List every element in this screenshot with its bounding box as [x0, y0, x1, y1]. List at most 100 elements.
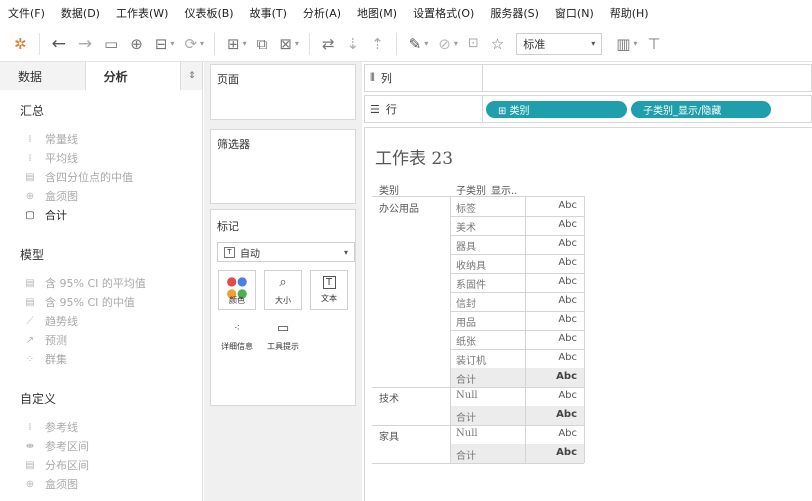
subcategory-cell[interactable]: 收纳具	[456, 257, 486, 272]
save-icon[interactable]: ▭	[104, 35, 118, 53]
value-cell[interactable]: Abc	[523, 428, 577, 439]
value-cell[interactable]: Abc	[523, 314, 577, 325]
analytics-item-box-plot-custom[interactable]: ⊕ 盒须图	[23, 476, 78, 492]
subcategory-cell[interactable]: 用品	[456, 314, 476, 329]
menu-file[interactable]: 文件(F)	[8, 5, 45, 21]
tableau-logo-icon[interactable]: ✲	[14, 35, 27, 53]
text-button[interactable]: T 文本	[310, 270, 348, 310]
dropdown-icon[interactable]: ▾	[633, 39, 637, 48]
worksheet-title[interactable]: 工作表 23	[375, 144, 453, 169]
pin-icon[interactable]: ☆	[491, 35, 504, 53]
category-cell[interactable]: 家具	[379, 428, 399, 443]
menu-window[interactable]: 窗口(N)	[555, 5, 594, 21]
analytics-item-average-ci[interactable]: ▤ 含 95% CI 的平均值	[23, 275, 146, 291]
menu-format[interactable]: 设置格式(O)	[413, 5, 474, 21]
group-icon[interactable]: ⊘	[438, 35, 451, 53]
refresh-icon[interactable]: ⟳	[184, 35, 197, 53]
analytics-item-average-line[interactable]: ⁞ 平均线	[23, 150, 78, 166]
sort-ascending-icon[interactable]: ⇣	[347, 35, 360, 53]
column-header-subcategory[interactable]: 子类别_显示..	[456, 182, 517, 197]
show-me-icon[interactable]: ▥	[616, 35, 630, 53]
subcategory-cell[interactable]: Null	[456, 390, 478, 401]
analytics-item-distribution-band[interactable]: ▤ 分布区间	[23, 457, 89, 473]
value-cell[interactable]: Abc	[523, 219, 577, 230]
fit-select[interactable]: 标准 ▾	[516, 32, 603, 55]
analytics-item-totals[interactable]: ▢ 合计	[23, 207, 67, 223]
detail-button[interactable]: ⁖ 详细信息	[218, 316, 256, 356]
swap-icon[interactable]: ⇄	[322, 35, 335, 53]
subcategory-cell[interactable]: 纸张	[456, 333, 476, 348]
menu-server[interactable]: 服务器(S)	[490, 5, 539, 21]
analytics-item-reference-line[interactable]: ⁞ 参考线	[23, 419, 78, 435]
value-cell[interactable]: Abc	[523, 257, 577, 268]
clear-sheet-icon[interactable]: ⊠	[279, 35, 292, 53]
value-cell[interactable]: Abc	[523, 238, 577, 249]
subcategory-cell[interactable]: 信封	[456, 295, 476, 310]
dropdown-icon[interactable]: ▾	[243, 39, 247, 48]
subcategory-cell[interactable]: 器具	[456, 238, 476, 253]
filters-card[interactable]: 筛选器	[210, 129, 356, 204]
columns-shelf[interactable]: ⦀ 列	[364, 64, 812, 92]
pane-toggle-icon[interactable]: ⇕	[180, 62, 202, 90]
duplicate-icon[interactable]: ⧉	[257, 35, 268, 53]
sort-descending-icon[interactable]: ⇡	[371, 35, 384, 53]
tab-analysis[interactable]: 分析	[85, 62, 181, 90]
analytics-item-reference-band[interactable]: ⇼ 参考区间	[23, 438, 89, 454]
pages-card[interactable]: 页面	[210, 64, 356, 120]
analytics-item-forecast[interactable]: ↗ 预测	[23, 332, 67, 348]
total-label[interactable]: 合计	[456, 409, 476, 424]
back-arrow-icon[interactable]: ←	[52, 34, 66, 54]
menu-help[interactable]: 帮助(H)	[610, 5, 649, 21]
pause-updates-icon[interactable]: ⊟	[155, 35, 168, 53]
analytics-item-constant-line[interactable]: ⁞ 常量线	[23, 131, 78, 147]
menu-dashboard[interactable]: 仪表板(B)	[184, 5, 233, 21]
tab-data[interactable]: 数据	[0, 62, 86, 90]
labels-icon[interactable]: ⊡	[468, 36, 479, 51]
new-datasource-icon[interactable]: ⊕	[130, 35, 143, 53]
value-cell[interactable]: Abc	[523, 352, 577, 363]
highlight-icon[interactable]: ✎	[409, 35, 422, 53]
dropdown-icon[interactable]: ▾	[424, 39, 428, 48]
category-cell[interactable]: 技术	[379, 390, 399, 405]
category-cell[interactable]: 办公用品	[379, 200, 419, 215]
subcategory-cell[interactable]: 装订机	[456, 352, 486, 367]
rows-shelf[interactable]: ☰ 行 ⊞ 类别 子类别_显示/隐藏	[364, 95, 812, 123]
mark-type-dropdown[interactable]: T 自动 ▾	[217, 242, 355, 262]
value-cell[interactable]: Abc	[523, 295, 577, 306]
menu-analysis[interactable]: 分析(A)	[303, 5, 341, 21]
total-label[interactable]: 合计	[456, 447, 476, 462]
value-cell[interactable]: Abc	[523, 409, 577, 420]
pill-category[interactable]: ⊞ 类别	[486, 101, 627, 118]
value-cell[interactable]: Abc	[523, 276, 577, 287]
tooltip-button[interactable]: ▭ 工具提示	[264, 316, 302, 356]
pill-subcategory-show-hide[interactable]: 子类别_显示/隐藏	[631, 101, 771, 118]
dropdown-icon[interactable]: ▾	[454, 39, 458, 48]
menu-data[interactable]: 数据(D)	[61, 5, 100, 21]
value-cell[interactable]: Abc	[523, 333, 577, 344]
menu-worksheet[interactable]: 工作表(W)	[116, 5, 168, 21]
presentation-icon[interactable]: ⊤	[647, 35, 660, 53]
size-button[interactable]: ⌕ 大小	[264, 270, 302, 310]
analytics-item-cluster[interactable]: ⁘ 群集	[23, 351, 67, 367]
subcategory-cell[interactable]: 标签	[456, 200, 476, 215]
analytics-item-median-ci[interactable]: ▤ 含 95% CI 的中值	[23, 294, 135, 310]
subcategory-cell[interactable]: Null	[456, 428, 478, 439]
value-cell[interactable]: Abc	[523, 371, 577, 382]
dropdown-icon[interactable]: ▾	[295, 39, 299, 48]
subcategory-cell[interactable]: 美术	[456, 219, 476, 234]
dropdown-icon[interactable]: ▾	[170, 39, 174, 48]
analytics-item-median-quartiles[interactable]: ▤ 含四分位点的中值	[23, 169, 133, 185]
analytics-item-trend-line[interactable]: ⟋ 趋势线	[23, 313, 79, 329]
color-button[interactable]: ●● ●● 颜色	[218, 270, 256, 310]
menu-story[interactable]: 故事(T)	[250, 5, 287, 21]
subcategory-cell[interactable]: 系固件	[456, 276, 486, 291]
new-worksheet-icon[interactable]: ⊞	[227, 35, 240, 53]
value-cell[interactable]: Abc	[523, 200, 577, 211]
dropdown-icon[interactable]: ▾	[200, 39, 204, 48]
total-label[interactable]: 合计	[456, 371, 476, 386]
forward-arrow-icon[interactable]: →	[78, 34, 92, 54]
analytics-item-box-plot[interactable]: ⊕ 盒须图	[23, 188, 78, 204]
value-cell[interactable]: Abc	[523, 390, 577, 401]
menu-map[interactable]: 地图(M)	[357, 5, 397, 21]
column-header-category[interactable]: 类别	[379, 182, 399, 197]
